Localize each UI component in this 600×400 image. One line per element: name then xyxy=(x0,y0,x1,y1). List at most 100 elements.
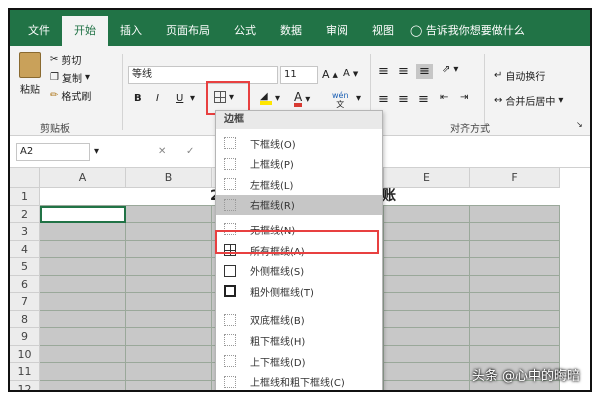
grid-cell[interactable] xyxy=(470,328,560,346)
active-cell[interactable] xyxy=(40,205,126,223)
tab-page-layout[interactable]: 页面布局 xyxy=(154,16,222,46)
row-header[interactable]: 12 xyxy=(10,380,40,390)
grid-cell[interactable] xyxy=(40,310,126,328)
grid-cell[interactable] xyxy=(470,240,560,258)
merge-center-button[interactable]: ↔ 合并后居中 ▾ xyxy=(494,93,563,108)
grid-cell[interactable] xyxy=(470,310,560,328)
border-menu-item[interactable]: 双底框线(B) xyxy=(216,310,382,330)
grid-cell[interactable] xyxy=(384,240,470,258)
column-header[interactable]: F xyxy=(470,168,560,188)
orientation-button[interactable]: ⇗ ▾ xyxy=(442,64,458,75)
italic-button[interactable]: I xyxy=(156,93,159,104)
decrease-indent-button[interactable]: ⇤ xyxy=(440,92,448,103)
align-top-button[interactable]: ≡ xyxy=(378,64,389,79)
grid-cell[interactable] xyxy=(470,293,560,311)
row-header[interactable]: 9 xyxy=(10,328,40,346)
confirm-entry-button[interactable]: ✓ xyxy=(186,146,194,157)
cut-button[interactable]: ✂ 剪切 xyxy=(50,52,81,67)
border-menu-item[interactable]: 粗下框线(H) xyxy=(216,330,382,350)
grid-cell[interactable] xyxy=(384,205,470,223)
grid-cell[interactable] xyxy=(126,293,212,311)
grid-cell[interactable] xyxy=(126,310,212,328)
border-menu-item[interactable]: 上框线(P) xyxy=(216,154,382,174)
grid-cell[interactable] xyxy=(126,188,212,206)
grid-cell[interactable] xyxy=(40,293,126,311)
grid-cell[interactable] xyxy=(470,205,560,223)
underline-button[interactable]: U xyxy=(176,93,183,104)
fill-color-button[interactable]: ◢ ▾ xyxy=(260,91,280,105)
font-name-box[interactable]: 等线 xyxy=(128,66,278,84)
chevron-down-icon[interactable]: ▾ xyxy=(190,93,195,104)
grid-cell[interactable] xyxy=(126,223,212,241)
column-header[interactable]: A xyxy=(40,168,126,188)
border-menu-item[interactable]: 上下框线(D) xyxy=(216,351,382,371)
column-header[interactable]: B xyxy=(126,168,212,188)
border-menu-item[interactable]: 上框线和粗下框线(C) xyxy=(216,372,382,390)
row-header[interactable]: 7 xyxy=(10,293,40,311)
row-header[interactable]: 2 xyxy=(10,205,40,223)
grid-cell[interactable] xyxy=(384,223,470,241)
row-header[interactable]: 10 xyxy=(10,345,40,363)
tab-data[interactable]: 数据 xyxy=(268,16,314,46)
row-header[interactable]: 3 xyxy=(10,223,40,241)
align-center-button[interactable]: ≡ xyxy=(398,92,409,107)
font-color-button[interactable]: A ▾ xyxy=(294,91,310,107)
grid-cell[interactable] xyxy=(384,258,470,276)
grid-cell[interactable] xyxy=(126,205,212,223)
tab-home[interactable]: 开始 xyxy=(62,16,108,46)
grid-cell[interactable] xyxy=(384,363,470,381)
grid-cell[interactable] xyxy=(126,345,212,363)
grid-cell[interactable] xyxy=(384,293,470,311)
grid-cell[interactable] xyxy=(40,328,126,346)
grid-cell[interactable] xyxy=(384,310,470,328)
grid-cell[interactable] xyxy=(470,223,560,241)
name-box-chevron-down-icon[interactable]: ▾ xyxy=(94,146,99,157)
row-header[interactable]: 4 xyxy=(10,240,40,258)
align-right-button[interactable]: ≡ xyxy=(418,92,429,107)
align-bottom-button[interactable]: ≡ xyxy=(416,64,433,79)
grid-cell[interactable] xyxy=(470,275,560,293)
font-size-box[interactable]: 11 xyxy=(280,66,318,84)
column-header[interactable]: E xyxy=(384,168,470,188)
shrink-font-button[interactable]: A ▼ xyxy=(343,68,358,79)
tell-me-box[interactable]: ◯ 告诉我你想要做什么 xyxy=(410,16,525,46)
grid-cell[interactable] xyxy=(126,328,212,346)
align-middle-button[interactable]: ≡ xyxy=(398,64,409,79)
tab-file[interactable]: 文件 xyxy=(16,16,62,46)
paste-button[interactable]: 粘贴 xyxy=(16,52,44,96)
grid-cell[interactable] xyxy=(470,345,560,363)
border-menu-item[interactable]: 粗外侧框线(T) xyxy=(216,281,382,301)
tab-review[interactable]: 审阅 xyxy=(314,16,360,46)
dialog-launcher-icon[interactable]: ↘ xyxy=(576,120,583,129)
row-header[interactable]: 8 xyxy=(10,310,40,328)
grid-cell[interactable] xyxy=(40,345,126,363)
grid-cell[interactable] xyxy=(40,380,126,390)
border-menu-item[interactable]: 下框线(O) xyxy=(216,133,382,153)
grid-cell[interactable] xyxy=(126,258,212,276)
phonetic-button[interactable]: wén 文 xyxy=(332,91,349,109)
grid-cell[interactable] xyxy=(40,258,126,276)
grid-cell[interactable] xyxy=(384,380,470,390)
row-header[interactable]: 6 xyxy=(10,275,40,293)
grid-cell[interactable] xyxy=(126,380,212,390)
grid-cell[interactable] xyxy=(384,345,470,363)
border-menu-item[interactable]: 外侧框线(S) xyxy=(216,261,382,281)
align-left-button[interactable]: ≡ xyxy=(378,92,389,107)
grid-cell[interactable] xyxy=(470,258,560,276)
grid-cell[interactable] xyxy=(384,188,470,206)
grid-cell[interactable] xyxy=(40,223,126,241)
border-menu-item[interactable]: 左框线(L) xyxy=(216,174,382,194)
grid-cell[interactable] xyxy=(40,240,126,258)
grid-cell[interactable] xyxy=(126,363,212,381)
bold-button[interactable]: B xyxy=(134,93,142,104)
format-painter-button[interactable]: ✏ 格式刷 xyxy=(50,88,91,103)
grid-cell[interactable] xyxy=(40,275,126,293)
grid-cell[interactable] xyxy=(40,188,126,206)
cancel-entry-button[interactable]: ✕ xyxy=(158,146,166,157)
grid-cell[interactable] xyxy=(126,275,212,293)
row-header[interactable]: 11 xyxy=(10,363,40,381)
grow-font-button[interactable]: A ▲ xyxy=(322,68,338,81)
wrap-text-button[interactable]: ↵ 自动换行 xyxy=(494,68,545,83)
select-all-corner[interactable] xyxy=(10,168,40,188)
row-header[interactable]: 1 xyxy=(10,188,40,206)
